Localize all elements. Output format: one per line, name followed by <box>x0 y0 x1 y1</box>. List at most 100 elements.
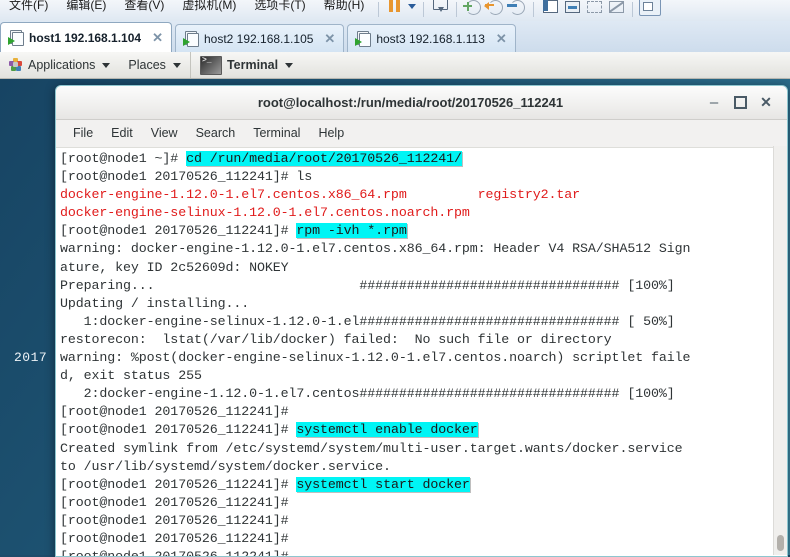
terminal-text: [root@node1 20170526_112241]# <box>60 476 297 492</box>
terminal-line: warning: %post(docker-engine-selinux-1.1… <box>60 349 787 367</box>
chevron-down-icon <box>285 62 294 68</box>
scrollbar-thumb[interactable] <box>777 535 784 551</box>
vm-tab-strip: host1 192.168.1.104 ✕ host2 192.168.1.10… <box>0 21 790 53</box>
dropdown-caret-icon[interactable] <box>406 0 418 18</box>
vm-tab-host3[interactable]: host3 192.168.1.113 ✕ <box>347 24 516 52</box>
vm-tab-host2[interactable]: host2 192.168.1.105 ✕ <box>174 24 345 52</box>
terminal-text: warning: docker-engine-1.12.0-1.el7.cent… <box>60 241 691 257</box>
terminal-line: warning: docker-engine-1.12.0-1.el7.cent… <box>60 240 787 258</box>
vm-tab-label: host2 192.168.1.105 <box>203 31 314 46</box>
virtual-machine-icon <box>182 31 199 47</box>
pause-icon[interactable] <box>384 0 406 17</box>
highlighted-command: cd /run/media/root/20170526_112241/ <box>186 151 462 166</box>
terminal-text: to /usr/lib/systemd/system/docker.servic… <box>60 458 391 474</box>
terminal-line: [root@node1 20170526_112241]# systemctl … <box>60 421 787 439</box>
gnome-top-panel: Applications Places Terminal <box>0 52 790 79</box>
terminal-line: [root@node1 20170526_112241]# rpm -ivh *… <box>60 222 787 240</box>
toolbar-divider <box>533 2 535 17</box>
snapshot-manager-icon[interactable] <box>506 0 528 17</box>
close-button[interactable]: ✕ <box>753 86 779 119</box>
snapshot-icon[interactable] <box>429 0 451 17</box>
terminal-menubar: File Edit View Search Terminal Help <box>56 120 787 148</box>
terminal-text: ature, key ID 2c52609d: NOKEY <box>60 259 289 275</box>
places-menu[interactable]: Places <box>119 52 190 78</box>
terminal-text: [root@node1 20170526_112241]# <box>60 530 289 546</box>
terminal-menu-terminal[interactable]: Terminal <box>244 120 309 147</box>
menu-virtual-machine[interactable]: 虚拟机(M) <box>173 0 245 16</box>
applications-menu[interactable]: Applications <box>0 52 119 78</box>
terminal-line: [root@node1 ~]# cd /run/media/root/20170… <box>60 150 787 168</box>
toolbar-divider <box>456 2 458 17</box>
chevron-down-icon <box>172 62 181 68</box>
terminal-menu-view[interactable]: View <box>142 120 187 147</box>
menu-file[interactable]: 文件(F) <box>0 0 57 16</box>
terminal-text: [root@node1 20170526_112241]# <box>60 404 289 420</box>
close-icon[interactable]: ✕ <box>324 32 335 45</box>
terminal-text: Preparing... ###########################… <box>60 277 675 293</box>
terminal-text: [root@node1 20170526_112241]# <box>60 223 297 239</box>
terminal-text: [root@node1 20170526_112241]# ls <box>60 169 313 185</box>
unity-icon[interactable] <box>583 0 605 17</box>
terminal-scrollbar[interactable] <box>773 146 787 555</box>
highlighted-command: systemctl enable docker <box>296 422 478 438</box>
menu-view[interactable]: 查看(V) <box>115 0 173 16</box>
chevron-down-icon <box>102 62 111 68</box>
toolbar-divider <box>378 2 380 17</box>
menu-help[interactable]: 帮助(H) <box>315 0 374 16</box>
terminal-window: root@localhost:/run/media/root/20170526_… <box>55 85 788 557</box>
terminal-text: [root@node1 20170526_112241]# <box>60 422 297 438</box>
virtual-machine-icon <box>355 31 372 47</box>
snapshot-revert-icon[interactable] <box>484 0 506 17</box>
terminal-text: d, exit status 255 <box>60 368 202 384</box>
terminal-titlebar[interactable]: root@localhost:/run/media/root/20170526_… <box>56 86 787 120</box>
terminal-menu-edit[interactable]: Edit <box>102 120 142 147</box>
menu-tabs[interactable]: 选项卡(T) <box>245 0 314 16</box>
terminal-line: [root@node1 20170526_112241]# <box>60 530 787 548</box>
vm-tab-host1[interactable]: host1 192.168.1.104 ✕ <box>0 22 172 52</box>
file-name-text: docker-engine-selinux-1.12.0-1.el7.cento… <box>60 205 470 221</box>
distro-logo-icon <box>9 58 23 72</box>
close-icon[interactable]: ✕ <box>152 31 163 44</box>
no-screen-icon[interactable] <box>605 0 627 17</box>
terminal-menu-help[interactable]: Help <box>309 120 353 147</box>
terminal-window-menu[interactable]: Terminal <box>189 52 302 78</box>
terminal-text: [root@node1 ~]# <box>60 151 187 166</box>
fullscreen-icon[interactable] <box>561 0 583 17</box>
terminal-text: [root@node1 20170526_112241]# <box>60 512 289 528</box>
maximize-button[interactable] <box>727 86 753 119</box>
vm-tab-label: host3 192.168.1.113 <box>376 31 485 46</box>
close-icon[interactable]: ✕ <box>496 32 507 45</box>
terminal-menu-file[interactable]: File <box>64 120 102 147</box>
terminal-text: 1:docker-engine-selinux-1.12.0-1.el#####… <box>60 313 675 329</box>
terminal-line: [root@node1 20170526_112241]# <box>60 494 787 512</box>
terminal-window-title: root@localhost:/run/media/root/20170526_… <box>257 95 564 110</box>
terminal-icon <box>199 55 222 75</box>
terminal-text: warning: %post(docker-engine-selinux-1.1… <box>60 350 691 366</box>
toolbar-divider <box>423 2 425 17</box>
virtual-machine-icon <box>8 30 24 46</box>
vmware-menubar: 文件(F) 编辑(E) 查看(V) 虚拟机(M) 选项卡(T) 帮助(H) <box>0 0 790 22</box>
menu-edit[interactable]: 编辑(E) <box>57 0 115 16</box>
terminal-text: restorecon: lstat(/var/lib/docker) faile… <box>60 331 612 347</box>
terminal-line: docker-engine-1.12.0-1.el7.centos.x86_64… <box>60 186 787 204</box>
terminal-menu-search[interactable]: Search <box>187 120 245 147</box>
terminal-line: [root@node1 20170526_112241]# <box>60 512 787 530</box>
vm-tab-label: host1 192.168.1.104 <box>29 30 142 45</box>
terminal-line: d, exit status 255 <box>60 367 787 385</box>
terminal-text: 2:docker-engine-1.12.0-1.el7.centos#####… <box>60 386 675 402</box>
terminal-line: restorecon: lstat(/var/lib/docker) faile… <box>60 331 787 349</box>
terminal-line: 1:docker-engine-selinux-1.12.0-1.el#####… <box>60 313 787 331</box>
snapshot-take-icon[interactable] <box>462 0 484 17</box>
terminal-window-label: Terminal <box>226 58 279 72</box>
terminal-line: Updating / installing... <box>60 295 787 313</box>
terminal-line: [root@node1 20170526_112241]# systemctl … <box>60 476 787 494</box>
library-panel-icon[interactable] <box>638 0 662 17</box>
desktop-watermark: 2017 <box>14 350 48 365</box>
terminal-output[interactable]: [root@node1 ~]# cd /run/media/root/20170… <box>56 148 787 556</box>
terminal-text: Created symlink from /etc/systemd/system… <box>60 440 683 456</box>
minimize-button[interactable]: – <box>701 86 727 119</box>
terminal-line: [root@node1 20170526_112241]# <box>60 548 787 556</box>
console-view-icon[interactable] <box>539 0 561 17</box>
highlighted-command: rpm -ivh *.rpm <box>296 223 407 239</box>
places-menu-label: Places <box>128 58 166 72</box>
